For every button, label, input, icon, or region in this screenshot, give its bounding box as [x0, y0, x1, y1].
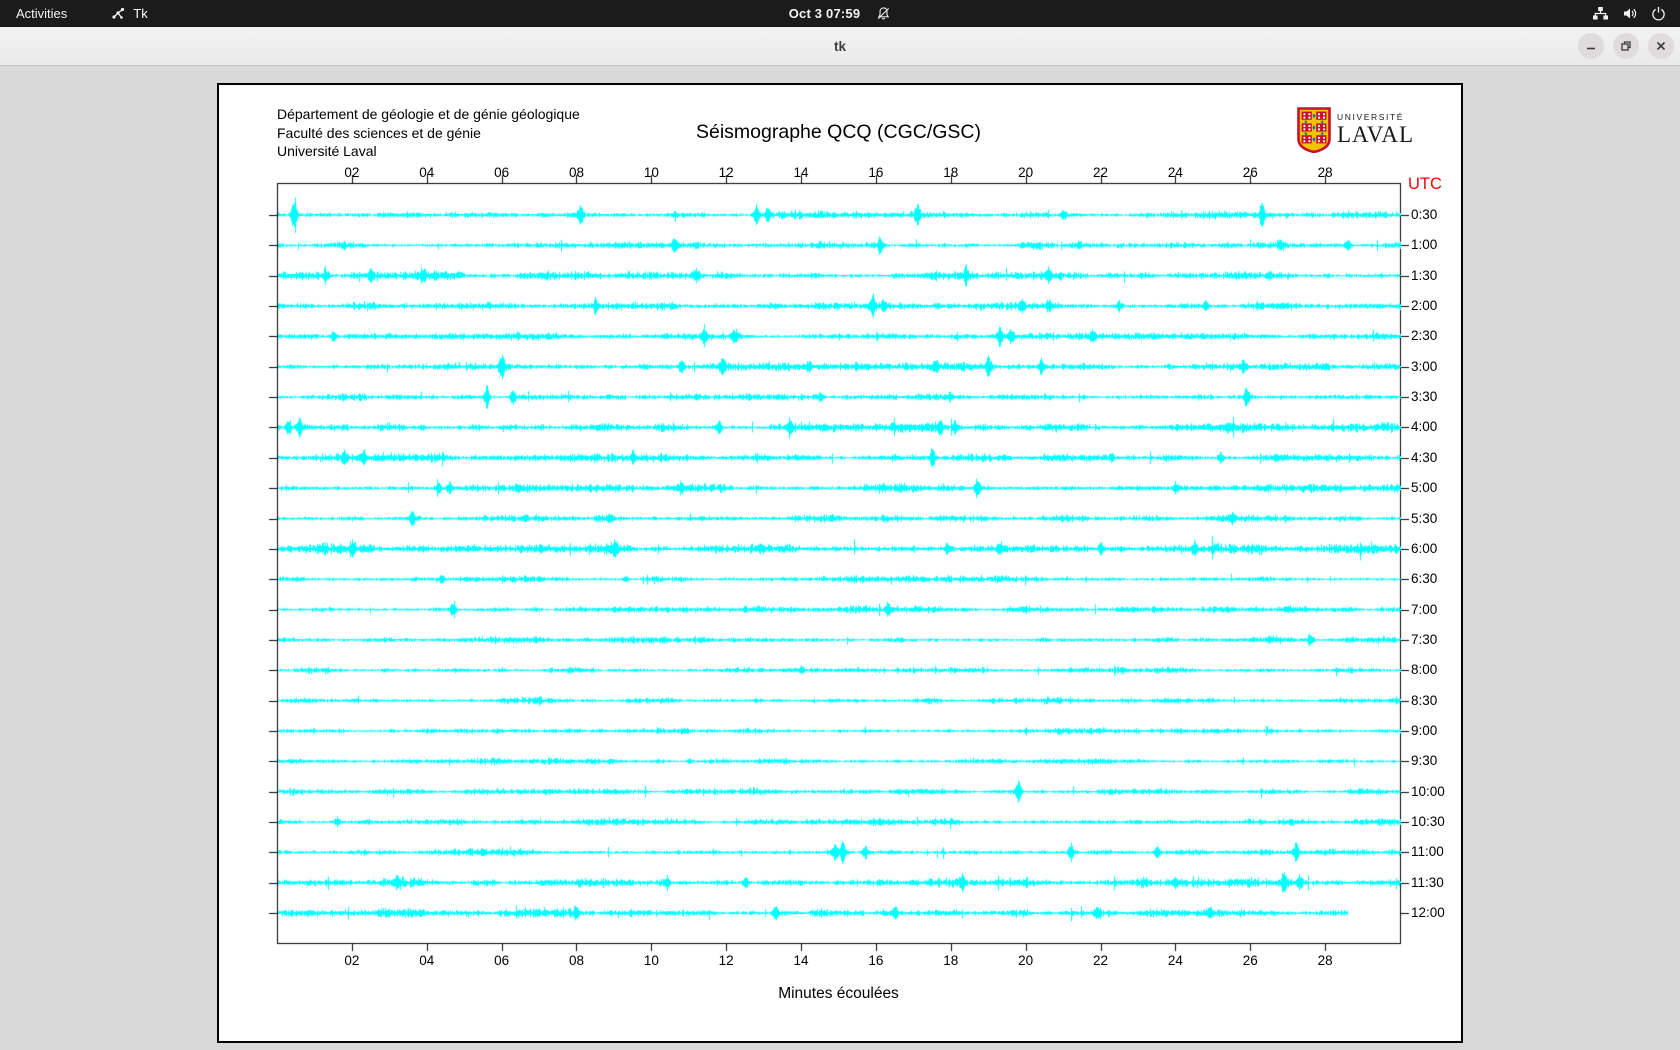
utc-time-label: 1:30 [1411, 268, 1437, 284]
utc-time-label: 5:00 [1411, 480, 1437, 496]
system-tray[interactable] [1592, 0, 1666, 27]
header-line-3: Université Laval [277, 142, 580, 161]
x-tick-label-bottom: 14 [784, 953, 818, 968]
x-tick-label-bottom: 12 [709, 953, 743, 968]
x-tick-label-top: 06 [485, 165, 519, 180]
utc-time-label: 2:30 [1411, 328, 1437, 344]
utc-time-label: 3:30 [1411, 389, 1437, 405]
close-icon[interactable] [1648, 33, 1674, 59]
x-tick-label-top: 12 [709, 165, 743, 180]
utc-time-label: 7:30 [1411, 632, 1437, 648]
logo-laval-text: LAVAL [1337, 122, 1414, 148]
power-icon [1651, 6, 1666, 21]
clock[interactable]: Oct 3 07:59 [789, 6, 861, 21]
utc-time-label: 6:00 [1411, 541, 1437, 557]
utc-time-label: 6:30 [1411, 571, 1437, 587]
utc-time-label: 7:00 [1411, 602, 1437, 618]
x-tick-label-bottom: 18 [934, 953, 968, 968]
logo-universite-text: UNIVERSITÉ [1337, 112, 1414, 122]
utc-axis-label: UTC [1408, 175, 1442, 194]
utc-time-label: 3:00 [1411, 359, 1437, 375]
x-tick-label-bottom: 08 [559, 953, 593, 968]
x-tick-label-bottom: 10 [634, 953, 668, 968]
x-tick-label-bottom: 20 [1009, 953, 1043, 968]
x-tick-label-top: 14 [784, 165, 818, 180]
seismogram-canvas [219, 85, 1461, 1041]
utc-time-label: 0:30 [1411, 207, 1437, 223]
x-tick-label-top: 08 [559, 165, 593, 180]
x-tick-label-bottom: 26 [1233, 953, 1267, 968]
x-tick-label-bottom: 16 [859, 953, 893, 968]
utc-time-label: 8:30 [1411, 693, 1437, 709]
utc-time-label: 5:30 [1411, 511, 1437, 527]
x-tick-label-top: 18 [934, 165, 968, 180]
utc-time-label: 12:00 [1411, 905, 1445, 921]
utc-time-label: 8:00 [1411, 662, 1437, 678]
x-tick-label-top: 16 [859, 165, 893, 180]
x-tick-label-bottom: 02 [335, 953, 369, 968]
x-axis-title: Minutes écoulées [219, 985, 1458, 1003]
x-tick-label-top: 22 [1084, 165, 1118, 180]
x-tick-label-top: 10 [634, 165, 668, 180]
notifications-muted-icon [876, 6, 891, 21]
utc-time-label: 4:30 [1411, 450, 1437, 466]
x-tick-label-bottom: 06 [485, 953, 519, 968]
restore-button[interactable] [1613, 33, 1639, 59]
window-titlebar[interactable]: tk [0, 27, 1680, 66]
volume-icon [1622, 6, 1638, 21]
utc-time-label: 2:00 [1411, 298, 1437, 314]
desktop: Activities Tk [0, 0, 1680, 1050]
network-icon [1592, 6, 1609, 21]
laval-logo: UNIVERSITÉ LAVAL [1297, 107, 1447, 153]
x-tick-label-top: 20 [1009, 165, 1043, 180]
window-title: tk [0, 27, 1680, 66]
laval-shield-icon [1297, 107, 1331, 158]
window-content: Département de géologie et de génie géol… [0, 66, 1680, 1050]
x-tick-label-bottom: 04 [410, 953, 444, 968]
x-tick-label-bottom: 24 [1158, 953, 1192, 968]
x-tick-label-top: 02 [335, 165, 369, 180]
utc-time-label: 1:00 [1411, 237, 1437, 253]
utc-time-label: 9:00 [1411, 723, 1437, 739]
top-bar: Activities Tk [0, 0, 1680, 27]
x-tick-label-top: 26 [1233, 165, 1267, 180]
page-title: Séismographe QCQ (CGC/GSC) [219, 121, 1458, 144]
utc-time-label: 11:30 [1411, 875, 1444, 891]
utc-time-label: 10:00 [1411, 784, 1445, 800]
utc-time-label: 4:00 [1411, 419, 1437, 435]
x-tick-label-bottom: 22 [1084, 953, 1118, 968]
seismograph-plot: Département de géologie et de génie géol… [217, 83, 1463, 1043]
utc-time-label: 11:00 [1411, 844, 1444, 860]
x-tick-label-bottom: 28 [1308, 953, 1342, 968]
utc-time-label: 9:30 [1411, 753, 1437, 769]
utc-time-label: 10:30 [1411, 814, 1445, 830]
x-tick-label-top: 24 [1158, 165, 1192, 180]
x-tick-label-top: 28 [1308, 165, 1342, 180]
x-tick-label-top: 04 [410, 165, 444, 180]
minimize-button[interactable] [1578, 33, 1604, 59]
